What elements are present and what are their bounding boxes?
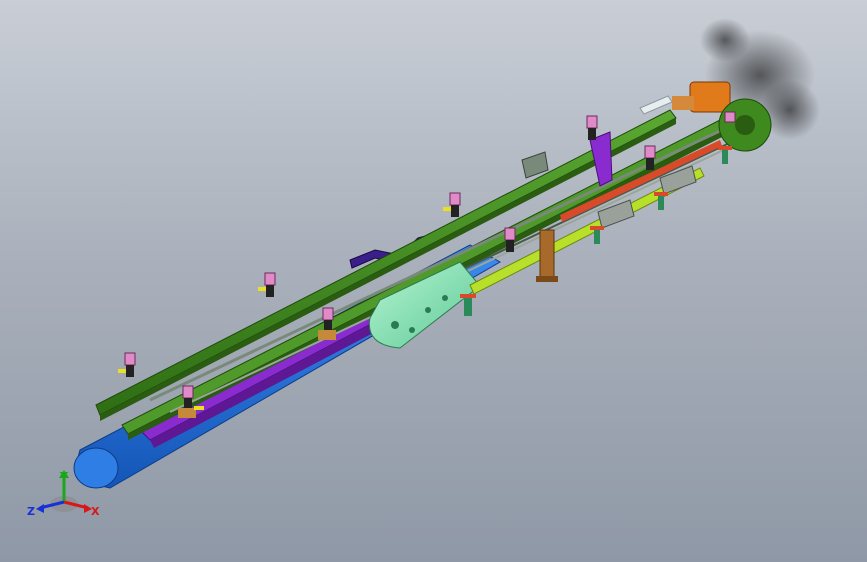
station-5[interactable] bbox=[443, 192, 461, 217]
green-top-rail[interactable] bbox=[95, 109, 677, 421]
red-rail[interactable] bbox=[560, 140, 722, 222]
conveyor-assembly-model[interactable] bbox=[0, 0, 867, 562]
station-10[interactable] bbox=[460, 294, 476, 316]
station-3[interactable] bbox=[258, 272, 276, 297]
y-axis-label: Y bbox=[59, 470, 69, 483]
x-axis-label: X bbox=[91, 505, 100, 518]
station-1[interactable] bbox=[118, 352, 136, 377]
station-6[interactable] bbox=[504, 227, 516, 252]
station-7[interactable] bbox=[586, 115, 598, 140]
station-8[interactable] bbox=[644, 145, 656, 170]
z-axis-label: Z bbox=[27, 505, 35, 518]
station-9[interactable] bbox=[724, 111, 736, 123]
cad-viewport[interactable]: Y X Z bbox=[0, 0, 867, 562]
coordinate-triad-icon: Y X Z bbox=[27, 470, 100, 518]
